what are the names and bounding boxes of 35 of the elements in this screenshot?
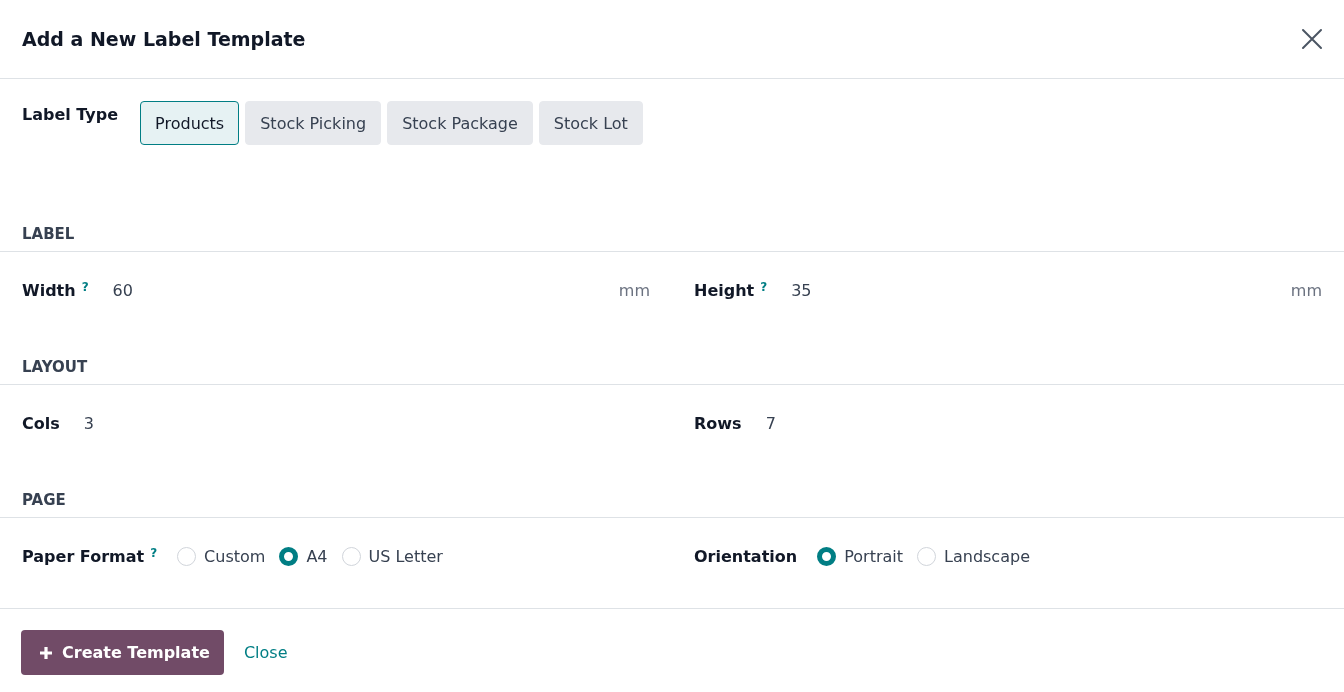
radio-label[interactable]: Custom (204, 546, 266, 566)
create-template-button[interactable]: Create Template (21, 630, 224, 675)
radio-label[interactable]: Portrait (844, 546, 903, 566)
help-tooltip-mark[interactable]: ? (150, 546, 158, 559)
field-label: Paper Format (22, 546, 145, 566)
field-label: Cols (22, 413, 60, 433)
field-label: Height (694, 280, 755, 300)
close-link[interactable]: Close (243, 643, 288, 662)
close-icon[interactable] (1300, 27, 1324, 51)
field-label: Label Type (22, 105, 119, 124)
radio-label[interactable]: US Letter (368, 546, 443, 566)
label-type-option[interactable]: Stock Picking (245, 101, 382, 145)
section-title: LABEL (22, 225, 75, 243)
label-type-option[interactable]: Stock Package (387, 101, 533, 145)
section-title: PAGE (22, 491, 66, 509)
help-tooltip-mark[interactable]: ? (81, 280, 89, 293)
input-field[interactable]: 3 (79, 409, 650, 437)
radio-button[interactable] (279, 546, 299, 566)
dialog-title: Add a New Label Template (22, 28, 306, 50)
radio-button[interactable] (817, 546, 837, 566)
section-title: LAYOUT (22, 358, 88, 376)
help-tooltip-mark[interactable]: ? (760, 280, 768, 293)
field-label: Rows (694, 413, 742, 433)
unit-label: mm (618, 280, 650, 300)
label-type-option[interactable]: Stock Lot (538, 101, 643, 145)
input-field[interactable]: 35 (787, 276, 1291, 304)
label-type-option[interactable]: Products (140, 101, 240, 145)
input-field[interactable]: 60 (108, 276, 619, 304)
plus-icon (39, 645, 53, 660)
input-field[interactable]: 7 (761, 409, 1322, 437)
radio-label[interactable]: Landscape (944, 546, 1030, 566)
field-label: Width (22, 280, 76, 300)
field-label: Orientation (694, 546, 798, 566)
radio-label[interactable]: A4 (306, 546, 328, 566)
unit-label: mm (1290, 280, 1322, 300)
